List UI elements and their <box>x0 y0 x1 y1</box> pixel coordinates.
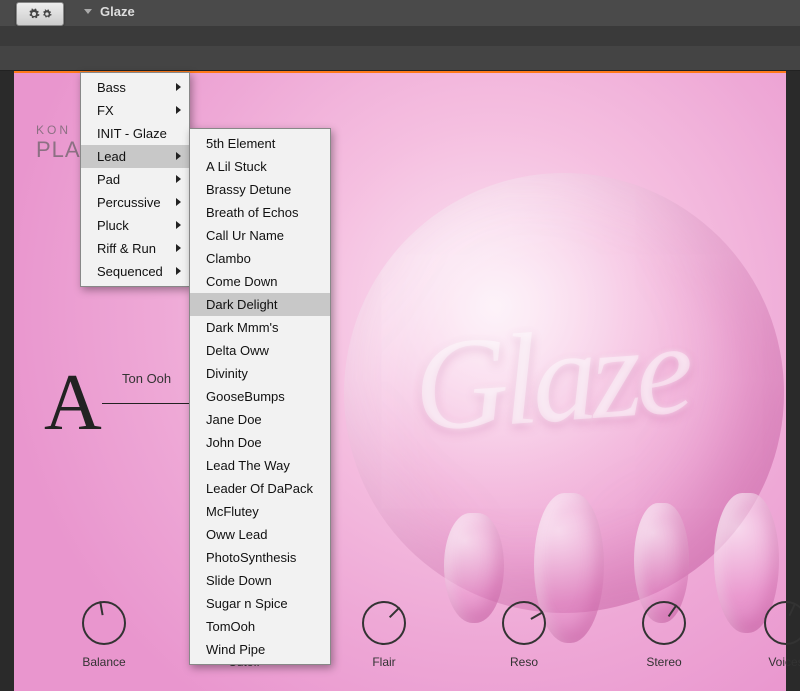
preset-menu-item[interactable]: Dark Mmm's <box>190 316 330 339</box>
preset-submenu[interactable]: 5th ElementA Lil StuckBrassy DetuneBreat… <box>189 128 331 665</box>
layer-letter[interactable]: A <box>44 358 102 449</box>
preset-menu-item[interactable]: Leader Of DaPack <box>190 477 330 500</box>
artwork-drip <box>444 513 504 623</box>
knob-label: Flair <box>360 655 408 669</box>
preset-menu-item[interactable]: Wind Pipe <box>190 638 330 661</box>
preset-menu-item[interactable]: Divinity <box>190 362 330 385</box>
knob-dial[interactable] <box>764 601 800 645</box>
host-watermark: KON PLA <box>36 123 81 163</box>
knob-dial[interactable] <box>362 601 406 645</box>
preset-menu-item[interactable]: A Lil Stuck <box>190 155 330 178</box>
preset-menu-item[interactable]: 5th Element <box>190 132 330 155</box>
watermark-line1: KON <box>36 123 81 137</box>
instrument-name[interactable]: Glaze <box>100 4 135 19</box>
layer-source-line <box>102 403 194 404</box>
preset-menu-item[interactable]: Lead The Way <box>190 454 330 477</box>
knob-dial[interactable] <box>502 601 546 645</box>
knob-dial[interactable] <box>82 601 126 645</box>
preset-menu-item[interactable]: PhotoSynthesis <box>190 546 330 569</box>
category-menu-item[interactable]: Pad <box>81 168 189 191</box>
preset-menu-item[interactable]: Slide Down <box>190 569 330 592</box>
knob-dial[interactable] <box>642 601 686 645</box>
knob-reso[interactable]: Reso <box>500 601 548 669</box>
preset-menu-item[interactable]: Come Down <box>190 270 330 293</box>
category-menu-item[interactable]: FX <box>81 99 189 122</box>
preset-menu-item[interactable]: Sugar n Spice <box>190 592 330 615</box>
category-menu-item[interactable]: Pluck <box>81 214 189 237</box>
category-menu-item[interactable]: Bass <box>81 76 189 99</box>
preset-menu-item[interactable]: TomOoh <box>190 615 330 638</box>
settings-button[interactable] <box>16 2 64 26</box>
preset-menu-item[interactable]: Clambo <box>190 247 330 270</box>
layer-source-label[interactable]: Ton Ooh <box>122 371 171 386</box>
knob-balance[interactable]: Balance <box>80 601 128 669</box>
watermark-line2: PLA <box>36 137 81 163</box>
preset-menu-item[interactable]: Brassy Detune <box>190 178 330 201</box>
knob-label: Balance <box>80 655 128 669</box>
category-menu-item[interactable]: Lead <box>81 145 189 168</box>
preset-menu-item[interactable]: Delta Oww <box>190 339 330 362</box>
preset-menu-item[interactable]: Call Ur Name <box>190 224 330 247</box>
category-menu-item[interactable]: Sequenced <box>81 260 189 283</box>
preset-menu-item[interactable]: GooseBumps <box>190 385 330 408</box>
gear-icon <box>28 8 40 20</box>
knob-label: Reso <box>500 655 548 669</box>
instrument-dropdown-arrow[interactable] <box>84 9 92 14</box>
category-menu-item[interactable]: INIT - Glaze <box>81 122 189 145</box>
preset-menu-item[interactable]: McFlutey <box>190 500 330 523</box>
knob-flair[interactable]: Flair <box>360 601 408 669</box>
preset-menu-item[interactable]: Breath of Echos <box>190 201 330 224</box>
preset-bar: Dark Delight ◀ ▶ <box>0 46 800 71</box>
category-menu[interactable]: BassFXINIT - GlazeLeadPadPercussivePluck… <box>80 72 190 287</box>
preset-menu-item[interactable]: Dark Delight <box>190 293 330 316</box>
preset-menu-item[interactable]: Oww Lead <box>190 523 330 546</box>
toolbar-spacer <box>0 26 800 46</box>
window-titlebar: Glaze <box>0 0 800 27</box>
preset-menu-item[interactable]: John Doe <box>190 431 330 454</box>
knob-voices[interactable]: Voices <box>762 601 800 669</box>
knob-label: Voices <box>762 655 800 669</box>
gear-icon <box>42 9 52 19</box>
artwork-logo-text: Glaze <box>409 294 692 463</box>
category-menu-item[interactable]: Percussive <box>81 191 189 214</box>
category-menu-item[interactable]: Riff & Run <box>81 237 189 260</box>
knob-stereo[interactable]: Stereo <box>640 601 688 669</box>
preset-menu-item[interactable]: Jane Doe <box>190 408 330 431</box>
knob-label: Stereo <box>640 655 688 669</box>
